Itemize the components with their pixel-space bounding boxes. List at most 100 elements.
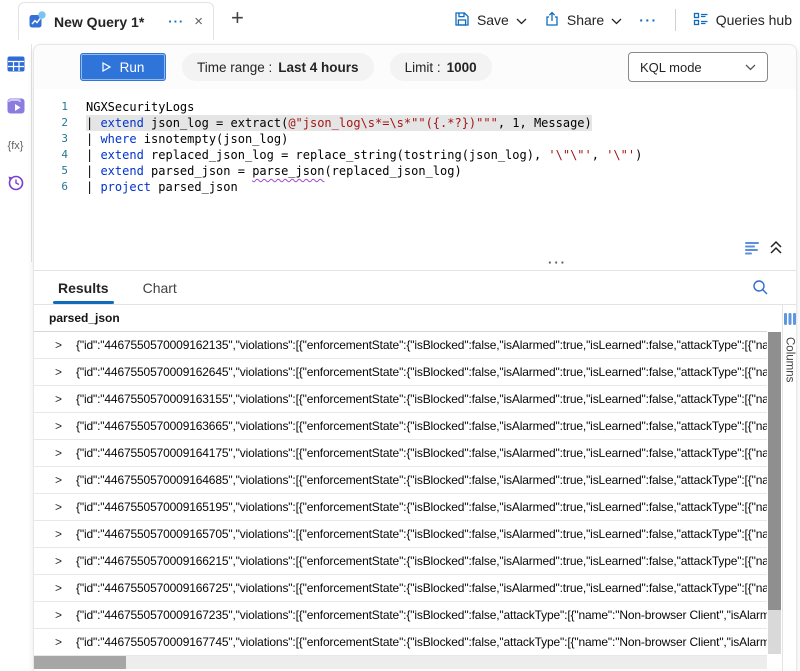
- horizontal-scrollbar[interactable]: [34, 656, 767, 669]
- editor-code-text[interactable]: | extend parsed_json = parse_json(replac…: [86, 163, 462, 179]
- share-button[interactable]: Share: [544, 11, 622, 30]
- editor-code-text[interactable]: | where isnotempty(json_log): [86, 131, 288, 147]
- expand-chevron-icon[interactable]: >: [34, 500, 76, 514]
- panel-splitter[interactable]: ···: [34, 261, 796, 271]
- vertical-scrollbar[interactable]: [767, 332, 782, 656]
- expand-chevron-icon[interactable]: >: [34, 392, 76, 406]
- editor-line[interactable]: 6 | project parsed_json: [34, 179, 796, 195]
- editor-line[interactable]: 1 NGXSecurityLogs: [34, 99, 796, 115]
- table-row[interactable]: >{"id":"4467550570009166725","violations…: [34, 575, 767, 602]
- kql-mode-chevron-down-icon: [745, 64, 756, 71]
- columns-panel-toggle[interactable]: Columns: [782, 305, 796, 671]
- row-json-value: {"id":"4467550570009165195","violations"…: [76, 500, 767, 514]
- expand-chevron-icon[interactable]: >: [34, 608, 76, 622]
- vertical-scrollbar-track[interactable]: [768, 610, 781, 654]
- splitter-handle-icon[interactable]: ···: [548, 255, 567, 270]
- query-tab[interactable]: New Query 1* ··· ×: [18, 2, 214, 40]
- editor-line[interactable]: 4 | extend replaced_json_log = replace_st…: [34, 147, 796, 163]
- columns-panel-label: Columns: [784, 337, 796, 382]
- horizontal-scrollbar-thumb[interactable]: [34, 656, 126, 669]
- editor-line[interactable]: 5| extend parsed_json = parse_json(repla…: [34, 163, 796, 179]
- header-divider: [675, 9, 676, 31]
- table-row[interactable]: >{"id":"4467550570009164175","violations…: [34, 440, 767, 467]
- line-number: 2: [34, 115, 68, 131]
- tab-more-icon[interactable]: ···: [168, 14, 184, 29]
- expand-chevron-icon[interactable]: >: [34, 527, 76, 541]
- results-tab-bar: Results Chart: [34, 271, 796, 305]
- editor-code-text[interactable]: | project parsed_json: [86, 179, 238, 195]
- queries-hub-label: Queries hub: [716, 12, 792, 28]
- table-row[interactable]: >{"id":"4467550570009167745","violations…: [34, 629, 767, 656]
- editor-line[interactable]: 2 | extend json_log = extract(@"json_log\…: [34, 115, 796, 131]
- editor-line[interactable]: 3 | where isnotempty(json_log): [34, 131, 796, 147]
- time-range-value: Last 4 hours: [278, 60, 358, 75]
- table-row[interactable]: >{"id":"4467550570009162135","violations…: [34, 332, 767, 359]
- header-actions: Save Share ··· Q: [454, 0, 792, 40]
- save-button[interactable]: Save: [454, 11, 527, 30]
- table-row[interactable]: >{"id":"4467550570009167235","violations…: [34, 602, 767, 629]
- new-tab-button[interactable]: +: [231, 5, 244, 31]
- search-icon[interactable]: [752, 279, 769, 301]
- expand-chevron-icon[interactable]: >: [34, 338, 76, 352]
- save-chevron-down-icon[interactable]: [516, 12, 527, 28]
- filter-rows-icon[interactable]: [744, 241, 760, 260]
- table-row[interactable]: >{"id":"4467550570009164685","violations…: [34, 467, 767, 494]
- limit-label: Limit :: [405, 60, 441, 75]
- vertical-scrollbar-thumb[interactable]: [768, 332, 781, 610]
- top-tab-bar: New Query 1* ··· × + Save Share: [0, 0, 800, 40]
- table-row[interactable]: >{"id":"4467550570009166215","violations…: [34, 548, 767, 575]
- query-toolbar: Run Time range : Last 4 hours Limit : 10…: [34, 45, 796, 89]
- line-number: 6: [34, 179, 68, 195]
- line-number: 1: [34, 99, 68, 115]
- kql-mode-select[interactable]: KQL mode: [628, 52, 768, 82]
- columns-icon: [784, 312, 796, 330]
- table-row[interactable]: >{"id":"4467550570009165195","violations…: [34, 494, 767, 521]
- dashboards-icon[interactable]: [7, 98, 25, 119]
- row-json-value: {"id":"4467550570009162645","violations"…: [76, 365, 767, 379]
- row-json-value: {"id":"4467550570009167745","violations"…: [76, 635, 767, 649]
- column-header-label: parsed_json: [49, 311, 120, 325]
- run-label: Run: [120, 60, 145, 75]
- limit-value: 1000: [447, 60, 477, 75]
- table-row[interactable]: >{"id":"4467550570009162645","violations…: [34, 359, 767, 386]
- editor-code-text[interactable]: | extend json_log = extract(@"json_log\s…: [86, 115, 592, 131]
- time-range-pill[interactable]: Time range : Last 4 hours: [182, 53, 374, 81]
- line-number: 3: [34, 131, 68, 147]
- time-range-label: Time range :: [197, 60, 272, 75]
- queries-hub-button[interactable]: Queries hub: [693, 11, 792, 30]
- save-icon: [454, 11, 470, 30]
- collapse-panel-icon[interactable]: [769, 240, 783, 260]
- expand-chevron-icon[interactable]: >: [34, 365, 76, 379]
- table-row[interactable]: >{"id":"4467550570009163665","violations…: [34, 413, 767, 440]
- expand-chevron-icon[interactable]: >: [34, 473, 76, 487]
- queries-hub-icon: [693, 11, 709, 30]
- functions-icon[interactable]: {fx}: [8, 140, 24, 152]
- run-button[interactable]: Run: [80, 53, 166, 81]
- expand-chevron-icon[interactable]: >: [34, 446, 76, 460]
- kql-mode-value: KQL mode: [640, 60, 702, 75]
- tables-icon[interactable]: [7, 56, 25, 77]
- table-row[interactable]: >{"id":"4467550570009163155","violations…: [34, 386, 767, 413]
- left-sidebar: {fx}: [0, 44, 32, 262]
- expand-chevron-icon[interactable]: >: [34, 419, 76, 433]
- expand-chevron-icon[interactable]: >: [34, 581, 76, 595]
- share-chevron-down-icon[interactable]: [611, 12, 622, 28]
- row-json-value: {"id":"4467550570009166725","violations"…: [76, 581, 767, 595]
- column-header-parsed-json[interactable]: parsed_json: [34, 305, 767, 332]
- results-grid: >{"id":"4467550570009162135","violations…: [34, 332, 767, 656]
- more-actions-button[interactable]: ···: [639, 12, 658, 28]
- tab-results[interactable]: Results: [56, 271, 111, 304]
- line-number: 4: [34, 147, 68, 163]
- table-row[interactable]: >{"id":"4467550570009165705","violations…: [34, 521, 767, 548]
- row-json-value: {"id":"4467550570009165705","violations"…: [76, 527, 767, 541]
- editor-code-text[interactable]: NGXSecurityLogs: [86, 99, 194, 115]
- tab-chart[interactable]: Chart: [141, 271, 179, 304]
- query-editor[interactable]: 1 NGXSecurityLogs 2 | extend json_log = ext…: [34, 89, 796, 239]
- tab-close-icon[interactable]: ×: [192, 14, 205, 29]
- expand-chevron-icon[interactable]: >: [34, 554, 76, 568]
- query-history-icon[interactable]: [6, 173, 25, 197]
- limit-pill[interactable]: Limit : 1000: [390, 53, 492, 81]
- expand-chevron-icon[interactable]: >: [34, 635, 76, 649]
- editor-code-text[interactable]: | extend replaced_json_log = replace_str…: [86, 147, 642, 163]
- row-json-value: {"id":"4467550570009164175","violations"…: [76, 446, 767, 460]
